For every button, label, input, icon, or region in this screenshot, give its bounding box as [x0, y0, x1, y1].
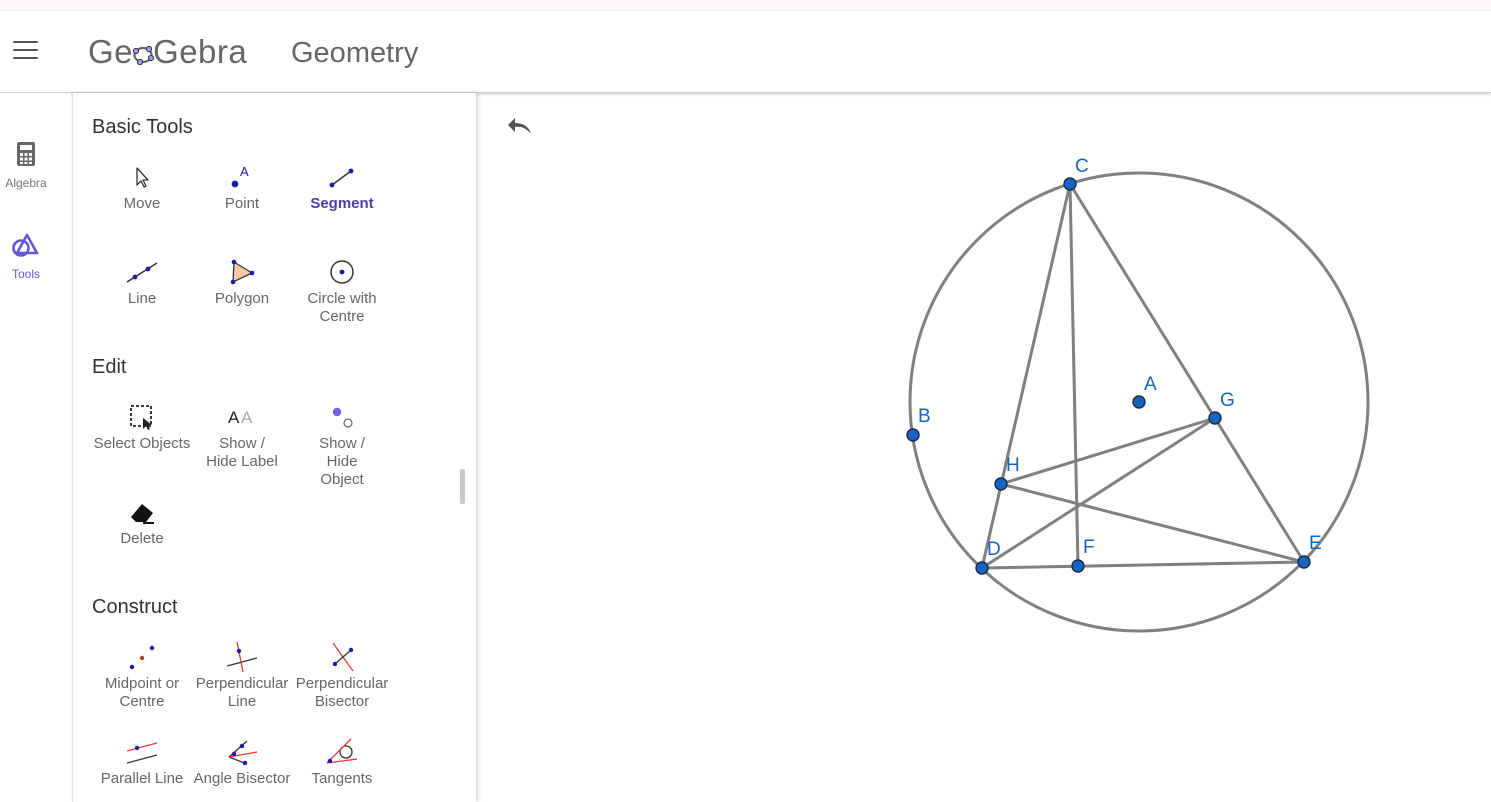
- tool-line[interactable]: Select Objects Line: [92, 254, 192, 308]
- top-strip: [0, 0, 1491, 11]
- label-d: D: [987, 539, 1001, 560]
- label-c: C: [1075, 156, 1089, 177]
- tool-perpendicular-line[interactable]: Perpendicular Line: [192, 639, 292, 711]
- perpendicular-line-icon: [226, 641, 258, 673]
- geogebra-logo: Ge Gebra: [88, 33, 247, 71]
- tool-show-hide-label[interactable]: AA Show / Hide Label: [192, 399, 292, 471]
- side-rail: Algebra Tools: [0, 93, 71, 802]
- logo-ellipse-icon: [132, 45, 155, 66]
- show-hide-label-icon: AA: [228, 408, 253, 427]
- tangents-icon: [326, 738, 358, 764]
- point-f[interactable]: [1071, 559, 1085, 573]
- segment-hg[interactable]: [1000, 416, 1216, 486]
- rail-algebra-label: Algebra: [5, 176, 47, 190]
- rail-tools-label: Tools: [11, 267, 40, 281]
- logo-text-right: Gebra: [153, 33, 248, 70]
- point-h[interactable]: [994, 477, 1008, 491]
- tool-label: Show / Hide Label: [206, 435, 278, 470]
- tool-label: Perpendicular Bisector: [295, 675, 389, 710]
- circle-centre-icon: [330, 260, 354, 284]
- hamburger-menu-button[interactable]: [13, 41, 39, 61]
- angle-bisector-icon: [228, 740, 258, 766]
- point-e[interactable]: [1297, 555, 1311, 569]
- point-icon: A: [231, 164, 249, 188]
- tool-show-hide-object[interactable]: Show / Hide Object: [292, 399, 392, 489]
- point-c[interactable]: [1063, 177, 1077, 191]
- segment-he[interactable]: [1000, 482, 1305, 564]
- section-title-edit: Edit: [92, 356, 127, 378]
- segment-de[interactable]: [981, 560, 1305, 570]
- select-objects-icon: [130, 405, 152, 430]
- label-f: F: [1083, 537, 1095, 558]
- label-h: H: [1006, 455, 1020, 476]
- tool-label: Point: [224, 195, 260, 212]
- perpendicular-bisector-icon: [332, 642, 354, 672]
- calculator-icon: [17, 142, 35, 166]
- tool-label: Tangents: [311, 770, 373, 787]
- tool-midpoint[interactable]: Midpoint or Centre: [92, 639, 192, 711]
- eraser-icon: [131, 504, 154, 524]
- label-e: E: [1309, 533, 1322, 554]
- tool-label: Delete: [120, 530, 164, 547]
- points: [906, 177, 1311, 575]
- section-title-basic-tools: Basic Tools: [92, 116, 193, 138]
- svg-text:A: A: [241, 408, 253, 427]
- point-d[interactable]: [975, 561, 989, 575]
- tool-polygon[interactable]: Polygon: [192, 254, 292, 308]
- tool-perpendicular-bisector[interactable]: Perpendicular Bisector: [292, 639, 392, 711]
- point-labels: A B C D E F G H: [918, 156, 1322, 560]
- section-title-construct: Construct: [92, 596, 178, 618]
- line-icon: [126, 262, 158, 283]
- tool-delete[interactable]: Delete: [92, 494, 192, 548]
- move-arrow-icon: [136, 167, 149, 188]
- polygon-icon: [230, 259, 255, 285]
- tools-panel: Basic Tools Move A Point Segment Select …: [72, 93, 476, 802]
- tool-angle-bisector[interactable]: Angle Bisector: [192, 734, 292, 788]
- tool-label: Show / Hide Object: [319, 435, 365, 488]
- app-header: Ge Gebra Geometry: [0, 11, 1491, 93]
- point-b[interactable]: [906, 428, 920, 442]
- tool-point[interactable]: A Point: [192, 159, 292, 213]
- tool-label: Perpendicular Line: [195, 675, 289, 710]
- segment-dg[interactable]: [981, 416, 1216, 570]
- point-g[interactable]: [1208, 411, 1222, 425]
- parallel-line-icon: [126, 742, 158, 764]
- svg-text:A: A: [240, 164, 249, 179]
- segment-icon: [329, 168, 354, 188]
- tools-panel-scrollbar[interactable]: [460, 469, 465, 504]
- tool-label: Midpoint or Centre: [104, 675, 180, 710]
- tool-label: Select Objects: [93, 435, 191, 452]
- label-a: A: [1144, 374, 1157, 395]
- tool-segment[interactable]: Segment: [292, 159, 392, 213]
- point-a[interactable]: [1132, 395, 1146, 409]
- tool-tangents[interactable]: Tangents: [292, 734, 392, 788]
- label-b: B: [918, 406, 931, 427]
- segment-cd[interactable]: [980, 183, 1072, 569]
- svg-text:A: A: [228, 408, 240, 427]
- tool-select-objects[interactable]: Select Objects: [92, 399, 192, 453]
- tool-move[interactable]: Move: [92, 159, 192, 213]
- rail-tools-button[interactable]: Tools: [0, 232, 52, 281]
- logo-text-left: Ge: [88, 33, 134, 70]
- tool-label: Segment: [310, 195, 374, 212]
- tool-label: Line: [127, 290, 157, 307]
- tool-label: Move: [123, 195, 161, 212]
- segment-ce[interactable]: [1068, 183, 1306, 563]
- tools-shapes-icon: [12, 233, 39, 257]
- tool-label: Circle with Centre: [307, 290, 377, 325]
- tool-parallel-line[interactable]: Parallel Line: [92, 734, 192, 788]
- tool-label: Polygon: [214, 290, 270, 307]
- app-title: Geometry: [291, 37, 419, 69]
- midpoint-icon: [129, 645, 155, 670]
- tool-circle-with-centre[interactable]: Circle with Centre: [292, 254, 392, 326]
- rail-algebra-button[interactable]: Algebra: [0, 141, 52, 190]
- tool-label: Parallel Line: [100, 770, 184, 787]
- tool-label: Angle Bisector: [193, 770, 291, 787]
- show-hide-object-icon: [332, 407, 353, 428]
- graphics-view[interactable]: A B C D E F G H: [476, 93, 1491, 802]
- label-g: G: [1220, 390, 1235, 411]
